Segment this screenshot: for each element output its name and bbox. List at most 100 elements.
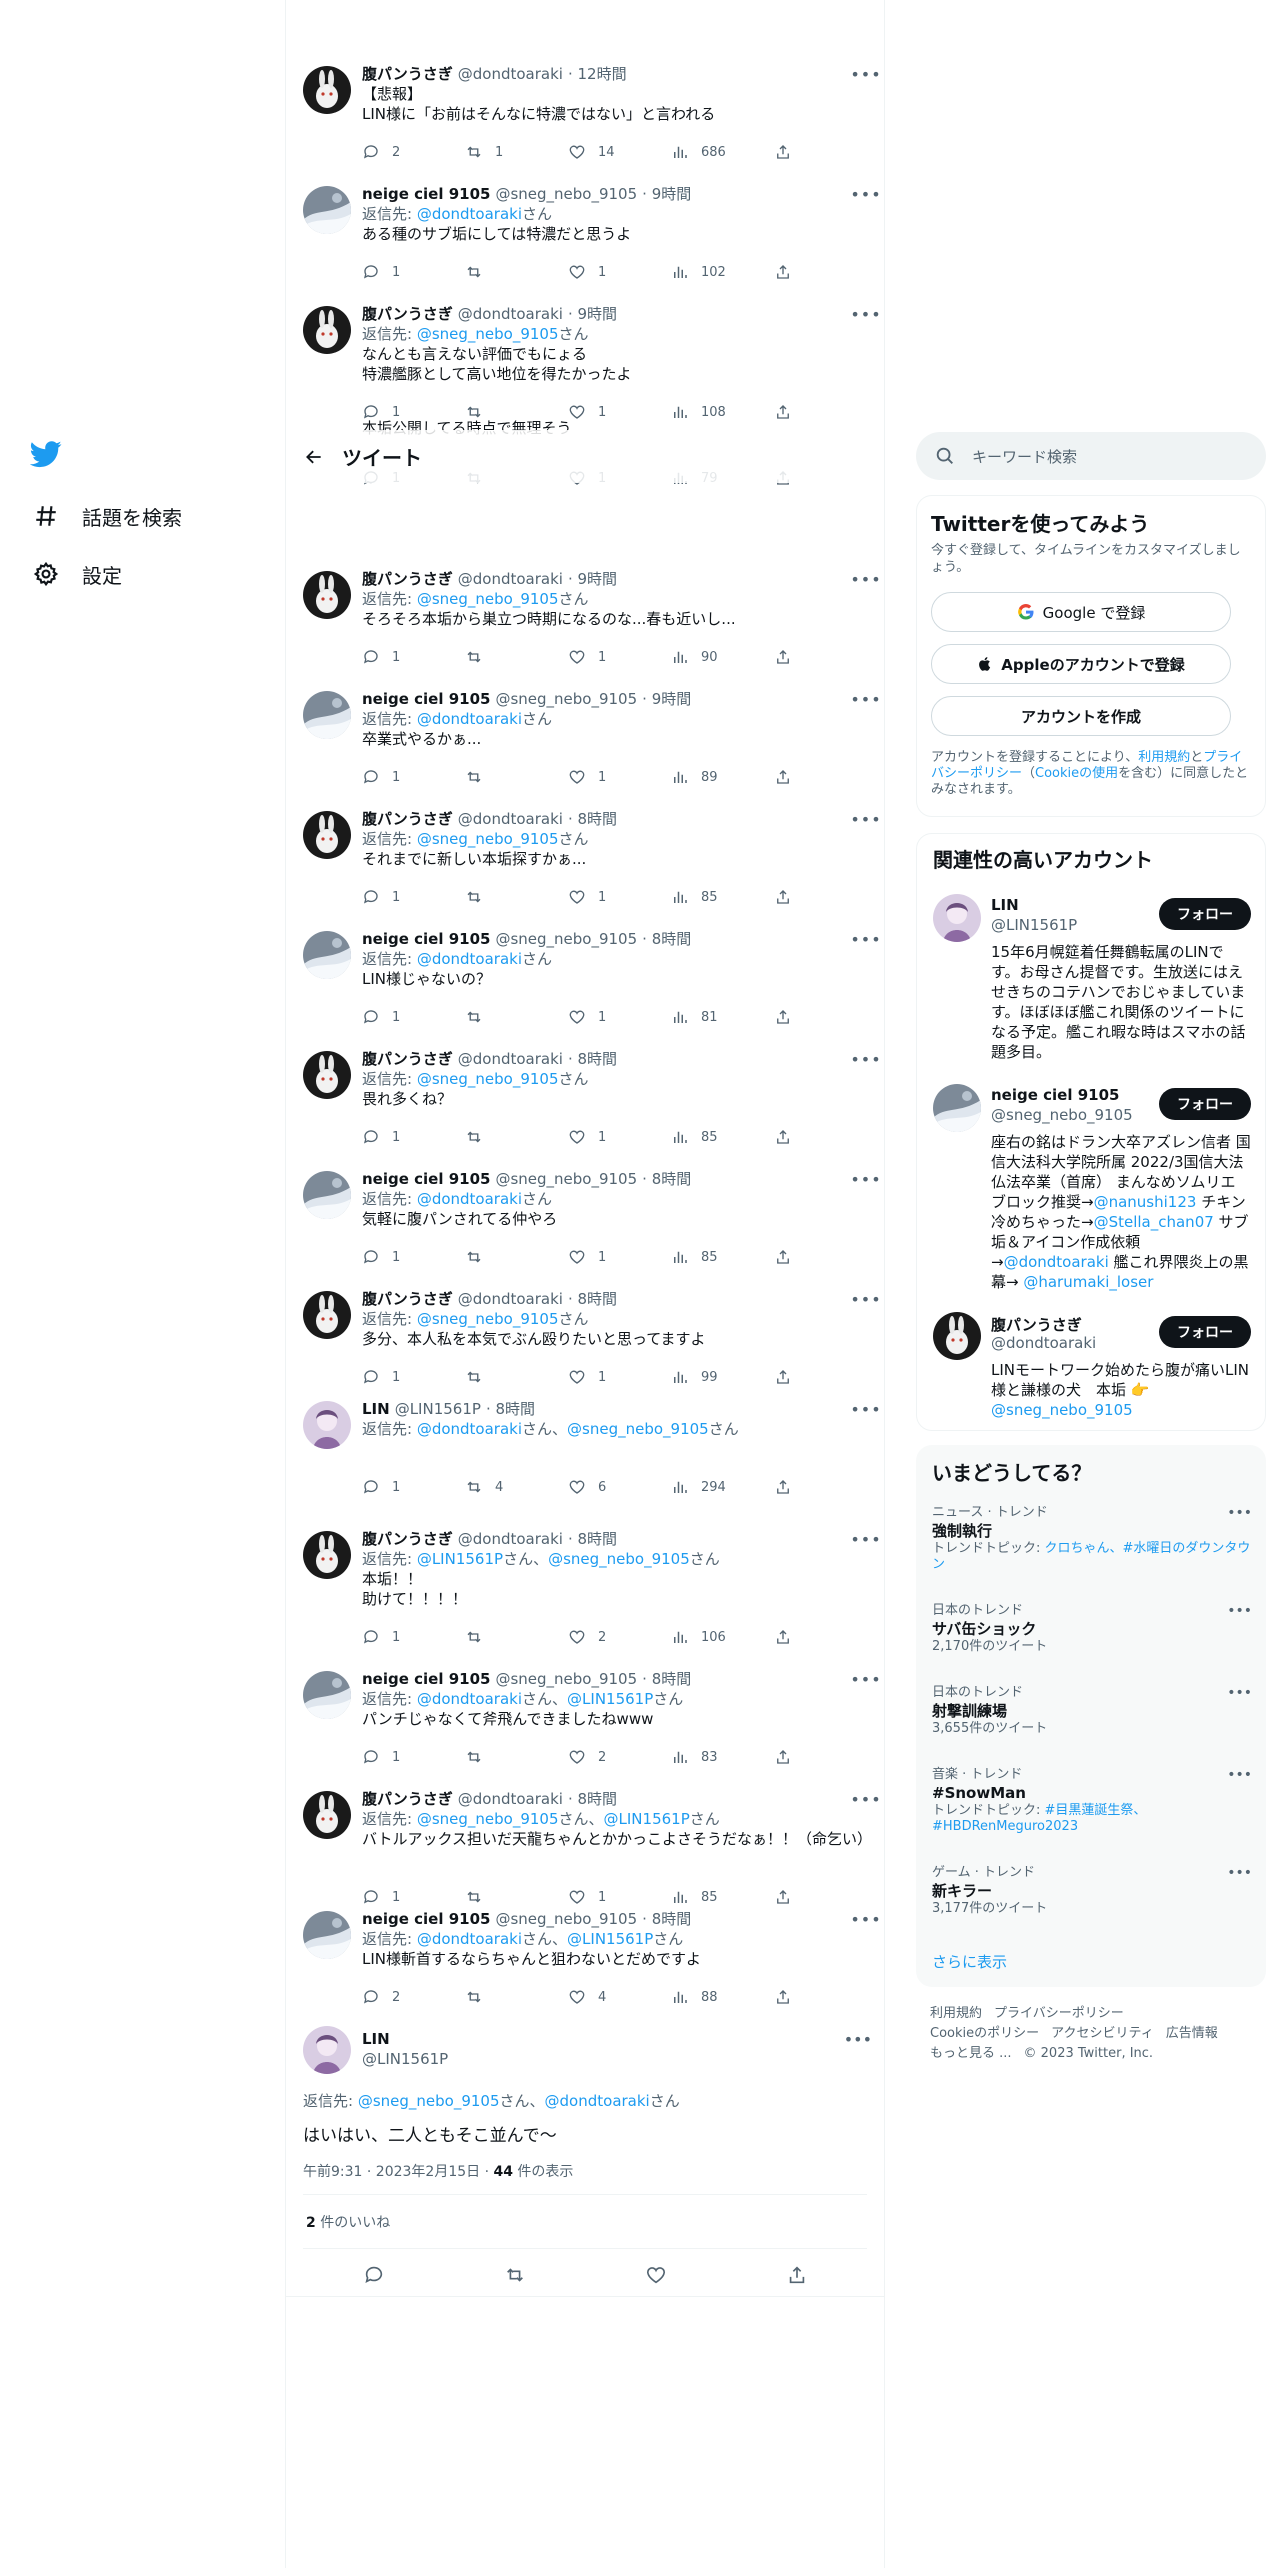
mention-link[interactable]: @sneg_nebo_9105: [417, 325, 559, 343]
twitter-logo-icon[interactable]: [29, 438, 70, 478]
tweet[interactable]: ••• neige ciel 9105 @sneg_nebo_9105 · 9時間 返信…: [286, 685, 884, 805]
tweet-time[interactable]: · 8時間: [568, 1529, 617, 1549]
author-name[interactable]: neige ciel 9105: [362, 1169, 490, 1189]
show-more-link[interactable]: さらに表示: [932, 1951, 1007, 1972]
avatar[interactable]: [303, 1401, 351, 1449]
avatar[interactable]: [303, 931, 351, 979]
author-name[interactable]: 腹パンうさぎ: [362, 1049, 453, 1069]
reply-icon[interactable]: 1: [362, 1475, 465, 1499]
author-handle[interactable]: @LIN1561P: [395, 1399, 481, 1419]
mention-link[interactable]: @LIN1561P: [604, 1810, 690, 1828]
mention-link[interactable]: @sneg_nebo_9105: [417, 1070, 559, 1088]
share-icon[interactable]: [774, 645, 792, 669]
author-name[interactable]: 腹パンうさぎ: [362, 1529, 453, 1549]
like-icon[interactable]: 1: [568, 1365, 671, 1389]
avatar[interactable]: [933, 1084, 981, 1132]
like-icon[interactable]: 4: [568, 1985, 671, 2009]
author-name[interactable]: neige ciel 9105: [362, 1669, 490, 1689]
tweet-time[interactable]: · 8時間: [642, 1669, 691, 1689]
mention-link[interactable]: @sneg_nebo_9105: [417, 1810, 559, 1828]
avatar[interactable]: [303, 306, 351, 354]
author-name[interactable]: 腹パンうさぎ: [362, 304, 453, 324]
tweet-time[interactable]: · 8時間: [642, 1909, 691, 1929]
terms-link[interactable]: 利用規約: [1138, 750, 1190, 765]
reply-icon[interactable]: 1: [362, 645, 465, 669]
reply-icon[interactable]: 1: [362, 1365, 465, 1389]
tweet-time[interactable]: · 8時間: [642, 1169, 691, 1189]
reply-icon[interactable]: 1: [362, 1745, 465, 1769]
author-handle[interactable]: @dondtoaraki: [458, 1289, 563, 1309]
like-icon[interactable]: [641, 2260, 671, 2290]
avatar[interactable]: [303, 186, 351, 234]
mention-link[interactable]: @sneg_nebo_9105: [548, 1550, 690, 1568]
share-icon[interactable]: [774, 1625, 792, 1649]
author-name[interactable]: LIN: [362, 2030, 390, 2048]
like-icon[interactable]: 1: [568, 885, 671, 909]
likes-count[interactable]: 2 件のいいね: [306, 2212, 390, 2232]
author-handle[interactable]: @sneg_nebo_9105: [495, 184, 637, 204]
views-icon[interactable]: 294: [671, 1475, 774, 1499]
tweet[interactable]: ••• 腹パンうさぎ @dondtoaraki · 8時間 返信先: @sneg_neb…: [286, 1785, 884, 1905]
avatar[interactable]: [303, 571, 351, 619]
mention-link[interactable]: @sneg_nebo_9105: [991, 1401, 1133, 1419]
author-handle[interactable]: @dondtoaraki: [458, 304, 563, 324]
like-icon[interactable]: 14: [568, 140, 671, 164]
author-handle[interactable]: @sneg_nebo_9105: [495, 689, 637, 709]
mention-link[interactable]: @LIN1561P: [417, 1550, 503, 1568]
tweet-timestamp[interactable]: 午前9:31 · 2023年2月15日 · 44 件の表示: [303, 2161, 573, 2181]
author-handle[interactable]: @dondtoaraki: [458, 1529, 563, 1549]
more-options-icon[interactable]: •••: [1227, 1603, 1252, 1619]
avatar[interactable]: [303, 66, 351, 114]
avatar[interactable]: [303, 1911, 351, 1959]
mention-link[interactable]: @LIN1561P: [567, 1930, 653, 1948]
mention-link[interactable]: @dondtoaraki: [417, 710, 522, 728]
avatar[interactable]: [303, 691, 351, 739]
avatar[interactable]: [303, 1671, 351, 1719]
retweet-icon[interactable]: [465, 1125, 568, 1149]
like-icon[interactable]: 6: [568, 1475, 671, 1499]
author-name[interactable]: 腹パンうさぎ: [362, 1789, 453, 1809]
reply-icon[interactable]: 1: [362, 765, 465, 789]
footer-link[interactable]: アクセシビリティ: [1051, 2026, 1154, 2041]
retweet-icon[interactable]: [465, 645, 568, 669]
mention-link[interactable]: @sneg_nebo_9105: [567, 1420, 709, 1438]
like-icon[interactable]: 1: [568, 1245, 671, 1269]
tweet-time[interactable]: · 8時間: [568, 1789, 617, 1809]
tweet-time[interactable]: · 9時間: [642, 689, 691, 709]
tweet[interactable]: ••• 腹パンうさぎ @dondtoaraki · 9時間 返信先: @sneg_neb…: [286, 565, 884, 685]
follow-button[interactable]: フォロー: [1159, 1088, 1251, 1120]
tweet-time[interactable]: · 9時間: [642, 184, 691, 204]
author-handle[interactable]: @dondtoaraki: [458, 1789, 563, 1809]
views-icon[interactable]: 90: [671, 645, 774, 669]
reply-icon[interactable]: 2: [362, 1985, 465, 2009]
share-icon[interactable]: [774, 1985, 792, 2009]
views-icon[interactable]: 102: [671, 260, 774, 284]
reply-icon[interactable]: [359, 2260, 389, 2290]
retweet-icon[interactable]: [465, 765, 568, 789]
tweet[interactable]: ••• neige ciel 9105 @sneg_nebo_9105 · 8時間 返信…: [286, 1165, 884, 1285]
trend-item[interactable]: ゲーム · トレンド 新キラー 3,177件のツイート •••: [932, 1865, 1252, 1917]
like-icon[interactable]: 1: [568, 1005, 671, 1029]
footer-link[interactable]: 利用規約: [930, 2006, 982, 2021]
views-icon[interactable]: 85: [671, 1245, 774, 1269]
create-account-button[interactable]: アカウントを作成: [931, 696, 1231, 736]
trend-item[interactable]: 日本のトレンド サバ缶ショック 2,170件のツイート •••: [932, 1603, 1252, 1655]
tweet[interactable]: ••• 腹パンうさぎ @dondtoaraki · 8時間 返信先: @sneg_neb…: [286, 1045, 884, 1165]
share-icon[interactable]: [774, 1475, 792, 1499]
retweet-icon[interactable]: [465, 1005, 568, 1029]
tweet[interactable]: ••• LIN @LIN1561P · 8時間 返信先: @dondtoarakiさん、…: [286, 1395, 884, 1515]
footer-link[interactable]: もっと見る ...: [930, 2046, 1012, 2061]
mention-link[interactable]: @dondtoaraki: [417, 1930, 522, 1948]
avatar[interactable]: [303, 1051, 351, 1099]
views-icon[interactable]: 89: [671, 765, 774, 789]
share-icon[interactable]: [774, 765, 792, 789]
reply-icon[interactable]: 1: [362, 885, 465, 909]
mention-link[interactable]: @sneg_nebo_9105: [417, 1310, 559, 1328]
author-handle[interactable]: @dondtoaraki: [458, 809, 563, 829]
mention-link[interactable]: @Stella_chan07: [1094, 1213, 1214, 1231]
avatar[interactable]: [933, 1312, 981, 1360]
cookie-link[interactable]: Cookieの使用: [1035, 766, 1118, 781]
footer-link[interactable]: Cookieのポリシー: [930, 2026, 1039, 2041]
views-icon[interactable]: 106: [671, 1625, 774, 1649]
tweet[interactable]: ••• neige ciel 9105 @sneg_nebo_9105 · 8時間 返信…: [286, 925, 884, 1045]
